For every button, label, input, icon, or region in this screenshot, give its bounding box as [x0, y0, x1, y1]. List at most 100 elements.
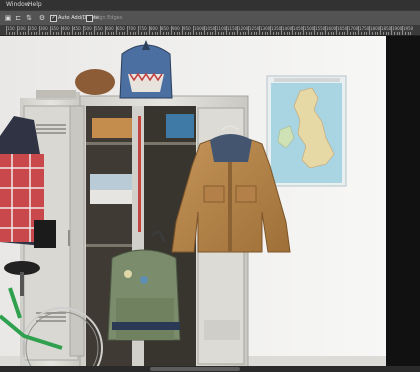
ruler-minor-tick: [179, 32, 181, 35]
ruler-minor-tick: [363, 32, 365, 35]
ruler-minor-tick: [14, 32, 16, 35]
ruler-minor-tick: [102, 32, 104, 35]
ruler-minor-tick: [140, 32, 142, 35]
ruler-minor-tick: [410, 32, 412, 35]
menu-help[interactable]: Help: [28, 0, 42, 10]
ruler-minor-tick: [308, 32, 310, 35]
ruler-label: 1900: [392, 26, 403, 31]
ruler-minor-tick: [19, 32, 21, 35]
ruler-minor-tick: [338, 32, 340, 35]
ruler-minor-tick: [319, 32, 321, 35]
ruler-minor-tick: [245, 32, 247, 35]
ruler-minor-tick: [22, 32, 24, 35]
ruler-minor-tick: [399, 32, 401, 35]
ruler-label: 300: [40, 26, 48, 31]
ruler-minor-tick: [294, 32, 296, 35]
menu-bar: Window Help: [0, 0, 420, 10]
ruler-minor-tick: [250, 32, 252, 35]
right-panel: [386, 36, 420, 366]
ruler-minor-tick: [195, 32, 197, 35]
ruler-minor-tick: [212, 32, 214, 35]
ruler-label: 1250: [249, 26, 260, 31]
path-operations-icon[interactable]: ▣: [4, 14, 12, 22]
ruler-minor-tick: [55, 32, 57, 35]
ruler-minor-tick: [286, 32, 288, 35]
ruler-minor-tick: [275, 32, 277, 35]
ruler-minor-tick: [168, 32, 170, 35]
map-poster: [266, 75, 347, 187]
ruler-minor-tick: [311, 32, 313, 35]
ruler-minor-tick: [198, 32, 200, 35]
ruler-minor-tick: [110, 32, 112, 35]
ruler-label: 950: [183, 26, 191, 31]
ruler-minor-tick: [66, 32, 68, 35]
document-canvas[interactable]: [0, 36, 386, 366]
ruler-label: 1000: [194, 26, 205, 31]
align-edges-checkbox[interactable]: [86, 15, 93, 22]
ruler-minor-tick: [33, 32, 35, 35]
ruler-minor-tick: [377, 32, 379, 35]
ruler-minor-tick: [143, 32, 145, 35]
ruler-minor-tick: [223, 32, 225, 35]
ruler-label: 1150: [227, 26, 238, 31]
ruler-minor-tick: [300, 32, 302, 35]
ruler-minor-tick: [256, 32, 258, 35]
ruler-minor-tick: [349, 32, 351, 35]
ruler-minor-tick: [355, 32, 357, 35]
ruler-label: 1350: [271, 26, 282, 31]
ruler-label: 1600: [326, 26, 337, 31]
ruler-minor-tick: [44, 32, 46, 35]
ruler-minor-tick: [316, 32, 318, 35]
menu-window[interactable]: Window: [6, 0, 30, 10]
ruler-minor-tick: [305, 32, 307, 35]
ruler-label: 1650: [337, 26, 348, 31]
ruler-minor-tick: [261, 32, 263, 35]
scrollbar-thumb[interactable]: [150, 367, 240, 371]
horizontal-ruler[interactable]: 150 200 250 300 350 400 450 500 550 600 650 700 750 8…: [0, 25, 420, 36]
ruler-minor-tick: [132, 32, 134, 35]
ruler-minor-tick: [344, 32, 346, 35]
path-alignment-icon[interactable]: ⊏: [14, 14, 22, 22]
ruler-minor-tick: [220, 32, 222, 35]
ruler-minor-tick: [99, 32, 101, 35]
ruler-minor-tick: [80, 32, 82, 35]
ruler-minor-tick: [201, 32, 203, 35]
ruler-minor-tick: [234, 32, 236, 35]
ruler-minor-tick: [366, 32, 368, 35]
ruler-minor-tick: [135, 32, 137, 35]
ruler-minor-tick: [47, 32, 49, 35]
ruler-label: 1550: [315, 26, 326, 31]
ruler-label: 800: [150, 26, 158, 31]
ruler-minor-tick: [283, 32, 285, 35]
ruler-minor-tick: [52, 32, 54, 35]
ruler-label: 1100: [216, 26, 227, 31]
ruler-minor-tick: [88, 32, 90, 35]
align-edges-label: Align Edges: [93, 15, 123, 21]
auto-add-delete-checkbox[interactable]: ✓: [50, 15, 57, 22]
horizontal-scrollbar[interactable]: [0, 366, 420, 372]
ruler-minor-tick: [173, 32, 175, 35]
ruler-minor-tick: [11, 32, 13, 35]
ruler-minor-tick: [25, 32, 27, 35]
ruler-minor-tick: [209, 32, 211, 35]
ruler-label: 1850: [381, 26, 392, 31]
photo: [0, 36, 386, 366]
ruler-label: 1800: [370, 26, 381, 31]
options-bar: ▣ ⊏ ⇅ ⚙ ✓ Auto Add/Delete Align Edges: [0, 10, 420, 26]
ruler-minor-tick: [129, 32, 131, 35]
ruler-label: 250: [29, 26, 37, 31]
ruler-label: 1500: [304, 26, 315, 31]
ruler-label: 1400: [282, 26, 293, 31]
ruler-minor-tick: [341, 32, 343, 35]
ruler-minor-tick: [360, 32, 362, 35]
ruler-minor-tick: [388, 32, 390, 35]
ruler-minor-tick: [162, 32, 164, 35]
ruler-minor-tick: [91, 32, 93, 35]
ruler-minor-tick: [113, 32, 115, 35]
ruler-minor-tick: [352, 32, 354, 35]
ruler-minor-tick: [297, 32, 299, 35]
ruler-label: 200: [18, 26, 26, 31]
path-arrangement-icon[interactable]: ⇅: [25, 14, 33, 22]
ruler-minor-tick: [231, 32, 233, 35]
gear-icon[interactable]: ⚙: [38, 14, 46, 22]
